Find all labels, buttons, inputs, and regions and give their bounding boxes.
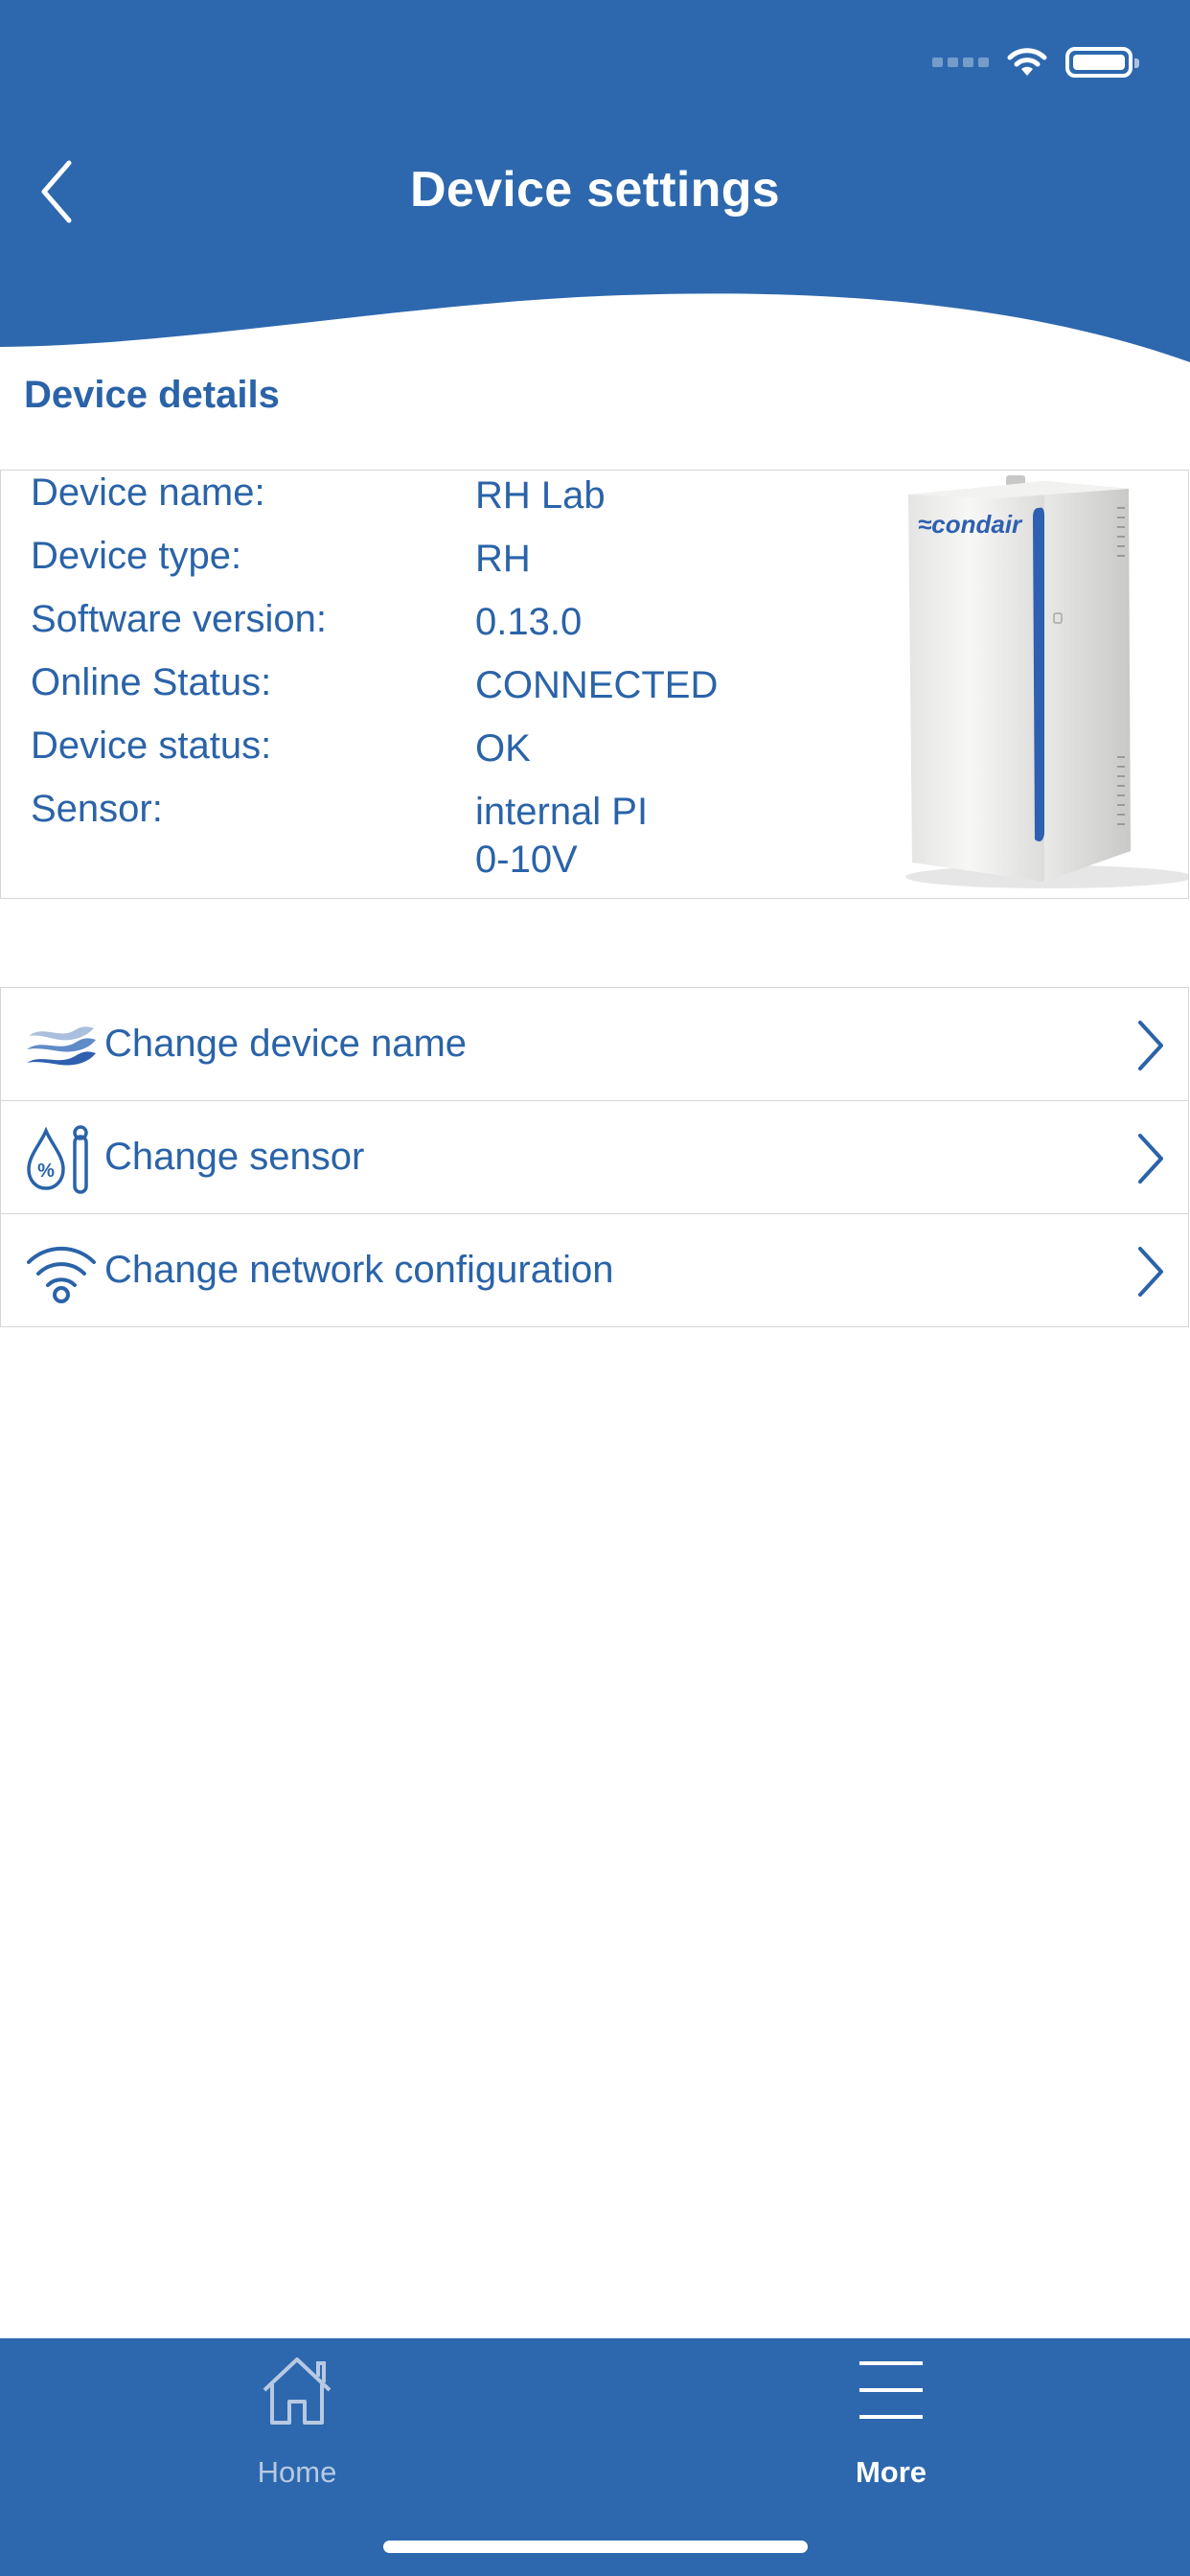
humidity-sensor-icon: % [20, 1119, 103, 1196]
detail-value-line2: 0-10V [475, 839, 578, 881]
detail-value: CONNECTED [475, 664, 719, 706]
detail-value: RH Lab [475, 474, 606, 517]
chevron-right-icon [1138, 1021, 1163, 1070]
home-icon [263, 2358, 332, 2425]
status-bar [932, 38, 1139, 86]
detail-value: 0.13.0 [475, 601, 583, 643]
change-sensor-item[interactable]: % Change sensor [0, 1100, 1189, 1213]
detail-value: internal PI [475, 791, 649, 833]
wifi-status-icon [1007, 48, 1047, 76]
detail-label: Device name: [31, 472, 265, 514]
page-title: Device settings [410, 162, 780, 218]
humidifier-device-image: ≈condair [905, 475, 1188, 888]
menu-icon [859, 2361, 923, 2419]
tab-home-label: Home [257, 2455, 337, 2489]
tab-home[interactable]: Home [153, 2338, 441, 2530]
change-network-configuration-item[interactable]: Change network configuration [0, 1213, 1189, 1327]
app-header: Device settings [0, 0, 1190, 364]
tab-more-label: More [855, 2455, 927, 2489]
wifi-icon [20, 1232, 103, 1309]
detail-label: Sensor: [31, 788, 163, 830]
home-indicator[interactable] [383, 2541, 808, 2553]
battery-icon [1065, 47, 1139, 78]
settings-menu: Change device name % Change sensor Chang… [0, 987, 1189, 1327]
cellular-signal-icon [932, 58, 989, 67]
detail-value: OK [475, 727, 531, 770]
change-device-name-item[interactable]: Change device name [0, 987, 1189, 1100]
section-title-device-details: Device details [24, 374, 280, 416]
detail-label: Software version: [31, 598, 328, 640]
menu-item-label: Change device name [104, 1023, 468, 1065]
waves-icon [20, 1006, 103, 1083]
chevron-right-icon [1138, 1134, 1163, 1184]
svg-text:%: % [37, 1161, 55, 1182]
chevron-right-icon [1138, 1247, 1163, 1297]
menu-item-label: Change network configuration [104, 1249, 614, 1291]
detail-label: Device status: [31, 724, 272, 767]
menu-item-label: Change sensor [104, 1136, 365, 1178]
detail-label: Device type: [31, 535, 242, 577]
detail-label: Online Status: [31, 661, 272, 703]
svg-text:≈condair: ≈condair [918, 510, 1023, 539]
detail-value: RH [475, 538, 531, 580]
tab-more[interactable]: More [747, 2338, 1035, 2530]
